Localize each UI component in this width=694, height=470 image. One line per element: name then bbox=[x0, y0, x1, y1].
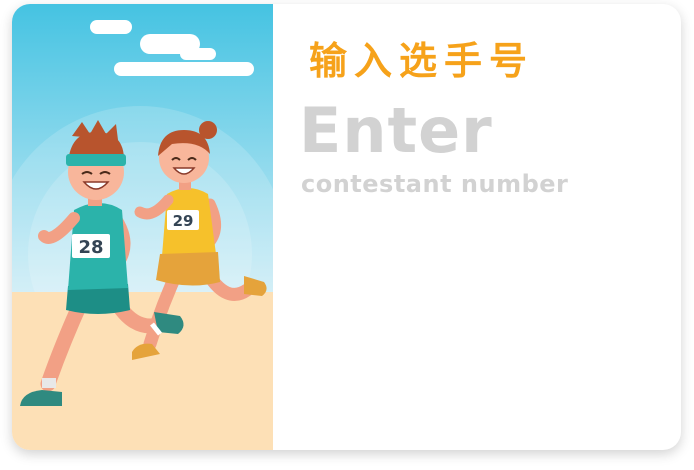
prompt-subtitle-en: contestant number bbox=[301, 170, 569, 198]
runner-right-bib: 29 bbox=[173, 212, 194, 230]
prompt-title-en: Enter bbox=[299, 94, 493, 167]
prompt-title-cn: 输入选手号 bbox=[309, 39, 535, 83]
prompt-card: 29 28 输入选手号 Enter contestant number bbox=[12, 4, 681, 450]
runner-left-bib: 28 bbox=[78, 237, 103, 258]
runners-scene: 29 28 bbox=[12, 4, 273, 450]
prompt-text-panel: 输入选手号 Enter contestant number bbox=[273, 4, 681, 450]
runners-illustration: 29 28 bbox=[12, 4, 273, 450]
